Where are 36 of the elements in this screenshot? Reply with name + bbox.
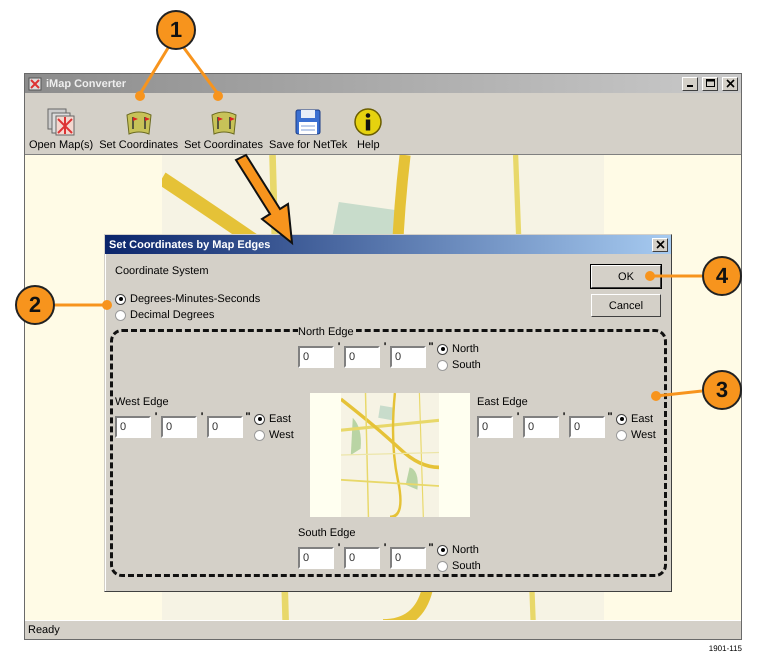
dialog-button[interactable]: OK bbox=[591, 265, 661, 288]
radio-button[interactable] bbox=[616, 414, 627, 424]
leader-line bbox=[55, 300, 112, 310]
toolbar-button[interactable]: Set Coordinates bbox=[183, 107, 264, 151]
close-icon bbox=[726, 79, 734, 88]
radio-label[interactable]: East bbox=[631, 413, 654, 425]
maximize-button[interactable] bbox=[702, 76, 718, 90]
leader-line bbox=[135, 47, 170, 101]
close-icon bbox=[656, 240, 664, 249]
leader-line bbox=[645, 271, 702, 281]
maximize-icon bbox=[706, 79, 714, 88]
info-icon bbox=[353, 107, 384, 137]
edge-label: West Edge bbox=[115, 396, 171, 408]
status-text: Ready bbox=[28, 624, 60, 636]
unit-mark: " bbox=[606, 411, 614, 423]
toolbar-button[interactable]: Set Coordinates bbox=[98, 107, 180, 151]
input-field[interactable]: 0 bbox=[115, 416, 151, 438]
toolbar-button[interactable]: Open Map(s) bbox=[28, 107, 94, 151]
close-button[interactable] bbox=[652, 238, 668, 252]
leader-line bbox=[182, 47, 223, 101]
map-stack-icon bbox=[46, 107, 76, 137]
callout-number: 1 bbox=[156, 10, 196, 50]
app-icon bbox=[28, 76, 42, 90]
radio-button[interactable] bbox=[616, 430, 627, 440]
leader-line bbox=[651, 390, 702, 401]
radio-button[interactable] bbox=[115, 294, 126, 304]
toolbar-button[interactable]: Help bbox=[352, 107, 384, 151]
unit-mark: ' bbox=[154, 411, 158, 423]
figure-number: 1901-115 bbox=[708, 644, 742, 653]
close-button[interactable] bbox=[722, 76, 738, 90]
minimize-button[interactable] bbox=[682, 76, 698, 90]
window-title: iMap Converter bbox=[46, 78, 128, 90]
radio-button[interactable] bbox=[115, 310, 126, 320]
toolbar-button[interactable]: Save for NetTek bbox=[268, 107, 348, 151]
radio-label[interactable]: West bbox=[631, 429, 656, 441]
dialog-button[interactable]: Cancel bbox=[591, 294, 661, 317]
